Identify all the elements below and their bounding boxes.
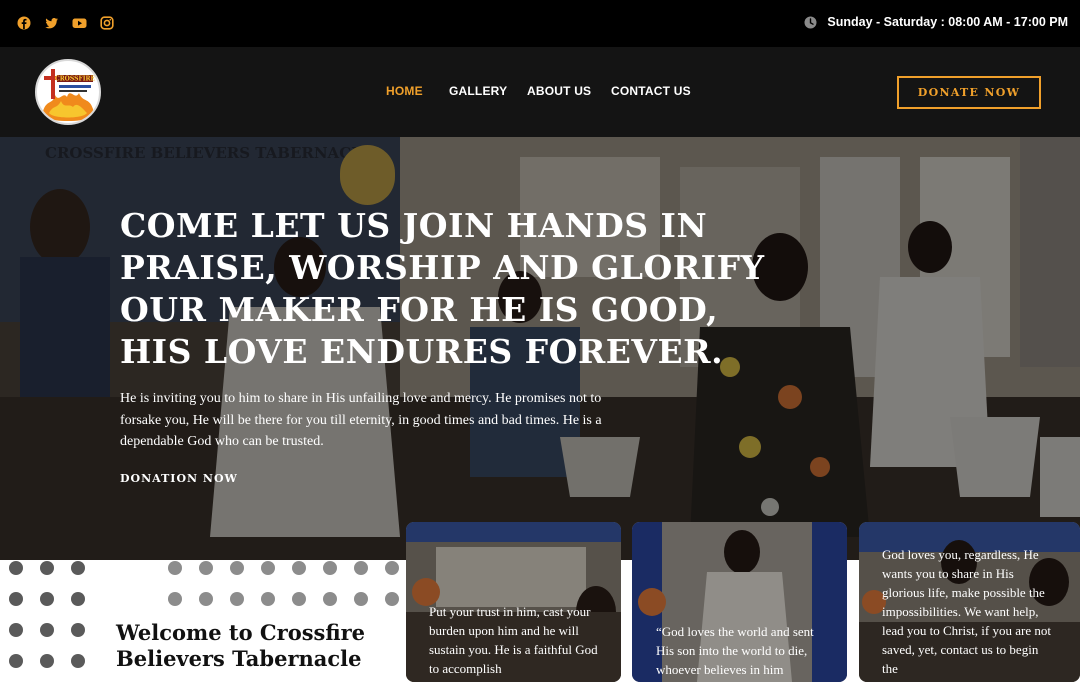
decorative-dot (9, 561, 23, 575)
opening-hours-text: Sunday - Saturday : 08:00 AM - 17:00 PM (827, 15, 1068, 29)
facebook-icon[interactable] (17, 16, 31, 30)
crossfire-logo: CROSSFIRE (42, 69, 96, 121)
card-text: God loves you, regardless, He wants you … (882, 547, 1051, 676)
decorative-dot (199, 592, 213, 606)
info-card-god-loves-you: God loves you, regardless, He wants you … (859, 522, 1080, 682)
decorative-dot (261, 592, 275, 606)
nav-about-us[interactable]: ABOUT US (527, 84, 591, 98)
decorative-dot (71, 561, 85, 575)
card-text: “God loves the world and sent His son in… (656, 624, 814, 677)
decorative-dot (9, 623, 23, 637)
nav-home[interactable]: HOME (386, 84, 423, 98)
nav-gallery[interactable]: GALLERY (449, 84, 507, 98)
top-bar: Sunday - Saturday : 08:00 AM - 17:00 PM (0, 0, 1080, 47)
hero-description: He is inviting you to him to share in Hi… (120, 391, 602, 449)
nav-contact-us[interactable]: CONTACT US (611, 84, 691, 98)
instagram-icon[interactable] (100, 16, 114, 30)
decorative-dot (385, 561, 399, 575)
decorative-dot (292, 592, 306, 606)
decorative-dot (261, 561, 275, 575)
youtube-icon[interactable] (72, 16, 87, 30)
decorative-dot (230, 561, 244, 575)
logo-text: CROSSFIRE (55, 76, 96, 83)
decorative-dot (354, 592, 368, 606)
decorative-dot (385, 592, 399, 606)
decorative-dot (199, 561, 213, 575)
decorative-dot (9, 654, 23, 668)
welcome-title: Welcome to Crossfire Believers Tabernacl… (116, 620, 406, 672)
decorative-dot (40, 561, 54, 575)
hero-section: CROSSFIRE BELIEVERS TABERNACLE COME LET … (0, 137, 1080, 560)
main-navbar: CROSSFIRE HOME GALLERY ABOUT US CONTACT … (0, 47, 1080, 137)
decorative-dot (354, 561, 368, 575)
twitter-icon[interactable] (45, 16, 59, 30)
decorative-dot (323, 561, 337, 575)
hero-title: COME LET US JOIN HANDS IN PRAISE, WORSHI… (120, 206, 765, 371)
decorative-dot (40, 623, 54, 637)
donation-now-link[interactable]: DONATION NOW (120, 472, 238, 485)
decorative-dot (71, 654, 85, 668)
decorative-dot (168, 592, 182, 606)
decorative-dot (168, 561, 182, 575)
site-logo[interactable]: CROSSFIRE (35, 59, 101, 125)
decorative-dot (40, 592, 54, 606)
opening-hours: Sunday - Saturday : 08:00 AM - 17:00 PM (804, 15, 1068, 29)
donate-now-button[interactable]: DONATE NOW (897, 76, 1041, 109)
decorative-dot (71, 592, 85, 606)
decorative-dot (40, 654, 54, 668)
decorative-dot (71, 623, 85, 637)
info-card-trust: Put your trust in him, cast your burden … (406, 522, 621, 682)
card-text: Put your trust in him, cast your burden … (429, 604, 598, 676)
info-card-gods-love: “God loves the world and sent His son in… (632, 522, 847, 682)
decorative-dot (323, 592, 337, 606)
decorative-dot (292, 561, 306, 575)
decorative-dot (9, 592, 23, 606)
decorative-dot (230, 592, 244, 606)
clock-icon (804, 16, 817, 28)
